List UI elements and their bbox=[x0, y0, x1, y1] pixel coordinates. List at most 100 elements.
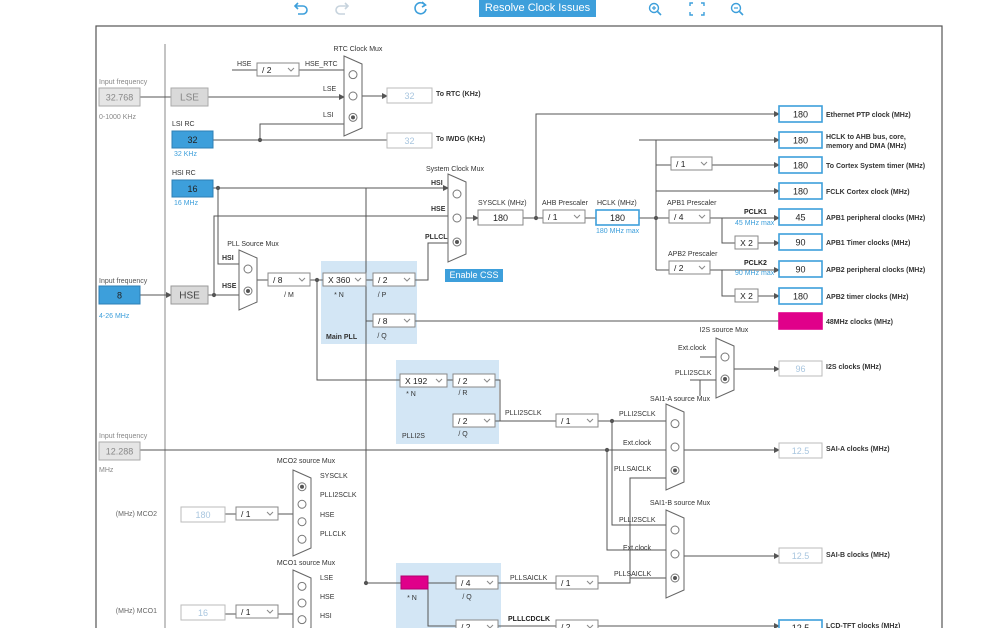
plli2s-r-div-select[interactable]: / 2 bbox=[452, 373, 496, 388]
lcd-tft-output[interactable]: 12.5 bbox=[778, 619, 823, 628]
pllsai-n-mul-select[interactable]: X 50 bbox=[400, 575, 429, 590]
plllcdclk-label: PLLLCDCLK bbox=[508, 616, 550, 623]
enable-css-button[interactable]: Enable CSS bbox=[445, 269, 503, 282]
cortex-timer-div-select[interactable]: / 1 bbox=[670, 156, 713, 171]
hclk-input[interactable]: 180 bbox=[595, 209, 640, 226]
undo-icon[interactable] bbox=[291, 1, 311, 17]
radio-button[interactable] bbox=[452, 189, 462, 199]
mco2-output-text: 180 bbox=[195, 510, 210, 520]
refresh-icon[interactable] bbox=[411, 1, 431, 17]
redo-icon[interactable] bbox=[332, 1, 352, 17]
output-value[interactable]: 180 bbox=[778, 131, 823, 149]
pll-n-mul-select[interactable]: X 360 bbox=[322, 272, 367, 287]
mco1-output-text: 16 bbox=[198, 608, 208, 618]
sai-b-input-label: PLLI2SCLK bbox=[619, 517, 656, 524]
plli2s-q-div-select[interactable]: / 2 bbox=[452, 413, 496, 428]
output-value[interactable]: 22.5 bbox=[778, 312, 823, 330]
ahb-prescaler-select[interactable]: / 1 bbox=[542, 209, 586, 224]
radio-button[interactable] bbox=[670, 573, 680, 583]
select-value: / 1 bbox=[548, 212, 558, 222]
radio-button[interactable] bbox=[720, 352, 730, 362]
zoom-in-icon[interactable] bbox=[646, 1, 666, 17]
radio-button[interactable] bbox=[297, 615, 307, 625]
pll-m-div-select[interactable]: / 8 bbox=[267, 272, 311, 287]
rtc-clock-mux[interactable] bbox=[343, 55, 363, 137]
radio-button[interactable] bbox=[243, 286, 253, 296]
radio-button[interactable] bbox=[243, 264, 253, 274]
apb2-timer-x2-text: X 2 bbox=[740, 291, 753, 301]
radio-button[interactable] bbox=[670, 442, 680, 452]
sai-a-output[interactable]: 12.5 bbox=[778, 442, 823, 459]
hsi-block-text: 16 bbox=[187, 184, 197, 194]
apb2-prescaler-select[interactable]: / 2 bbox=[668, 260, 711, 275]
radio-button[interactable] bbox=[670, 465, 680, 475]
i2s-output[interactable]: 96 bbox=[778, 360, 823, 377]
apb1-prescaler-select[interactable]: / 4 bbox=[668, 209, 711, 224]
sysclk-value[interactable]: 180 bbox=[477, 209, 524, 226]
pll-p-div-select[interactable]: / 2 bbox=[372, 272, 416, 287]
radio-button[interactable] bbox=[452, 213, 462, 223]
radio-button[interactable] bbox=[670, 525, 680, 535]
radio-button[interactable] bbox=[452, 237, 462, 247]
radio-button[interactable] bbox=[297, 517, 307, 527]
ext-input[interactable]: 12.288 bbox=[98, 441, 141, 461]
mco2-output[interactable]: 180 bbox=[180, 506, 226, 523]
output-value[interactable]: 180 bbox=[778, 105, 823, 123]
output-value[interactable]: 90 bbox=[778, 233, 823, 251]
output-value[interactable]: 90 bbox=[778, 260, 823, 278]
resolve-clock-issues-button[interactable]: Resolve Clock Issues bbox=[479, 0, 596, 17]
radio-button[interactable] bbox=[348, 112, 358, 122]
pll-source-mux-title: PLL Source Mux bbox=[227, 241, 279, 248]
zoom-out-icon[interactable] bbox=[728, 1, 748, 17]
plllcdclk-div-select[interactable]: / 2 bbox=[555, 619, 599, 628]
mco1-source-mux[interactable] bbox=[292, 569, 312, 628]
mco2-source-mux[interactable] bbox=[292, 469, 312, 557]
output-value[interactable]: 180 bbox=[778, 182, 823, 200]
radio-button[interactable] bbox=[297, 482, 307, 492]
plli2s-n-mul-select[interactable]: X 192 bbox=[399, 373, 448, 388]
pll-q-div-select[interactable]: / 8 bbox=[372, 313, 416, 328]
lse-input[interactable]: 32.768 bbox=[98, 87, 141, 107]
mco1-output[interactable]: 16 bbox=[180, 604, 226, 621]
system-clock-mux[interactable] bbox=[447, 173, 467, 263]
radio-button[interactable] bbox=[297, 499, 307, 509]
hsi-block[interactable]: 16 bbox=[171, 179, 214, 198]
radio-button[interactable] bbox=[297, 581, 307, 591]
output-value[interactable]: 45 bbox=[778, 208, 823, 226]
radio-button[interactable] bbox=[348, 70, 358, 80]
pllsai-q-div-select[interactable]: / 4 bbox=[455, 575, 499, 590]
plli2sclk-div-select[interactable]: / 1 bbox=[555, 413, 599, 428]
fit-icon[interactable] bbox=[687, 1, 707, 17]
apb1-timer-x2[interactable]: X 2 bbox=[734, 235, 759, 250]
radio-button[interactable] bbox=[720, 374, 730, 384]
iwdg-output[interactable]: 32 bbox=[386, 132, 433, 149]
radio-button[interactable] bbox=[670, 419, 680, 429]
radio-button[interactable] bbox=[297, 598, 307, 608]
output-value[interactable]: 180 bbox=[778, 287, 823, 305]
system-clock-mux-title: System Clock Mux bbox=[426, 166, 484, 173]
hse-input[interactable]: 8 bbox=[98, 285, 141, 305]
plli2sclk-label: PLLI2SCLK bbox=[505, 410, 542, 417]
apb2-timer-x2[interactable]: X 2 bbox=[734, 288, 759, 303]
sai-b-output-label: SAI-B clocks (MHz) bbox=[826, 552, 890, 559]
radio-button[interactable] bbox=[348, 91, 358, 101]
pllsaiclk-div-select[interactable]: / 1 bbox=[555, 575, 599, 590]
chevron-down-icon bbox=[700, 161, 708, 166]
pll-source-mux[interactable] bbox=[238, 249, 258, 311]
mco1-div-select[interactable]: / 1 bbox=[235, 604, 279, 619]
radio-button[interactable] bbox=[670, 549, 680, 559]
rtc-output[interactable]: 32 bbox=[386, 87, 433, 104]
mco2-div-select[interactable]: / 1 bbox=[235, 506, 279, 521]
mco2-label: (MHz) MCO2 bbox=[116, 511, 157, 518]
lsi-block[interactable]: 32 bbox=[171, 130, 214, 149]
pllsai-r-div-select[interactable]: / 2 bbox=[455, 619, 499, 628]
pclk1-label: PCLK1 bbox=[744, 209, 767, 216]
sai-b-output[interactable]: 12.5 bbox=[778, 547, 823, 564]
hsi-sub: 16 MHz bbox=[174, 200, 199, 207]
i2s-source-mux[interactable] bbox=[715, 337, 735, 399]
sai-b-source-mux[interactable] bbox=[665, 509, 685, 599]
rtc-hse-div-select[interactable]: / 2 bbox=[256, 62, 300, 77]
sai-a-source-mux[interactable] bbox=[665, 403, 685, 491]
output-value[interactable]: 180 bbox=[778, 156, 823, 174]
radio-button[interactable] bbox=[297, 534, 307, 544]
